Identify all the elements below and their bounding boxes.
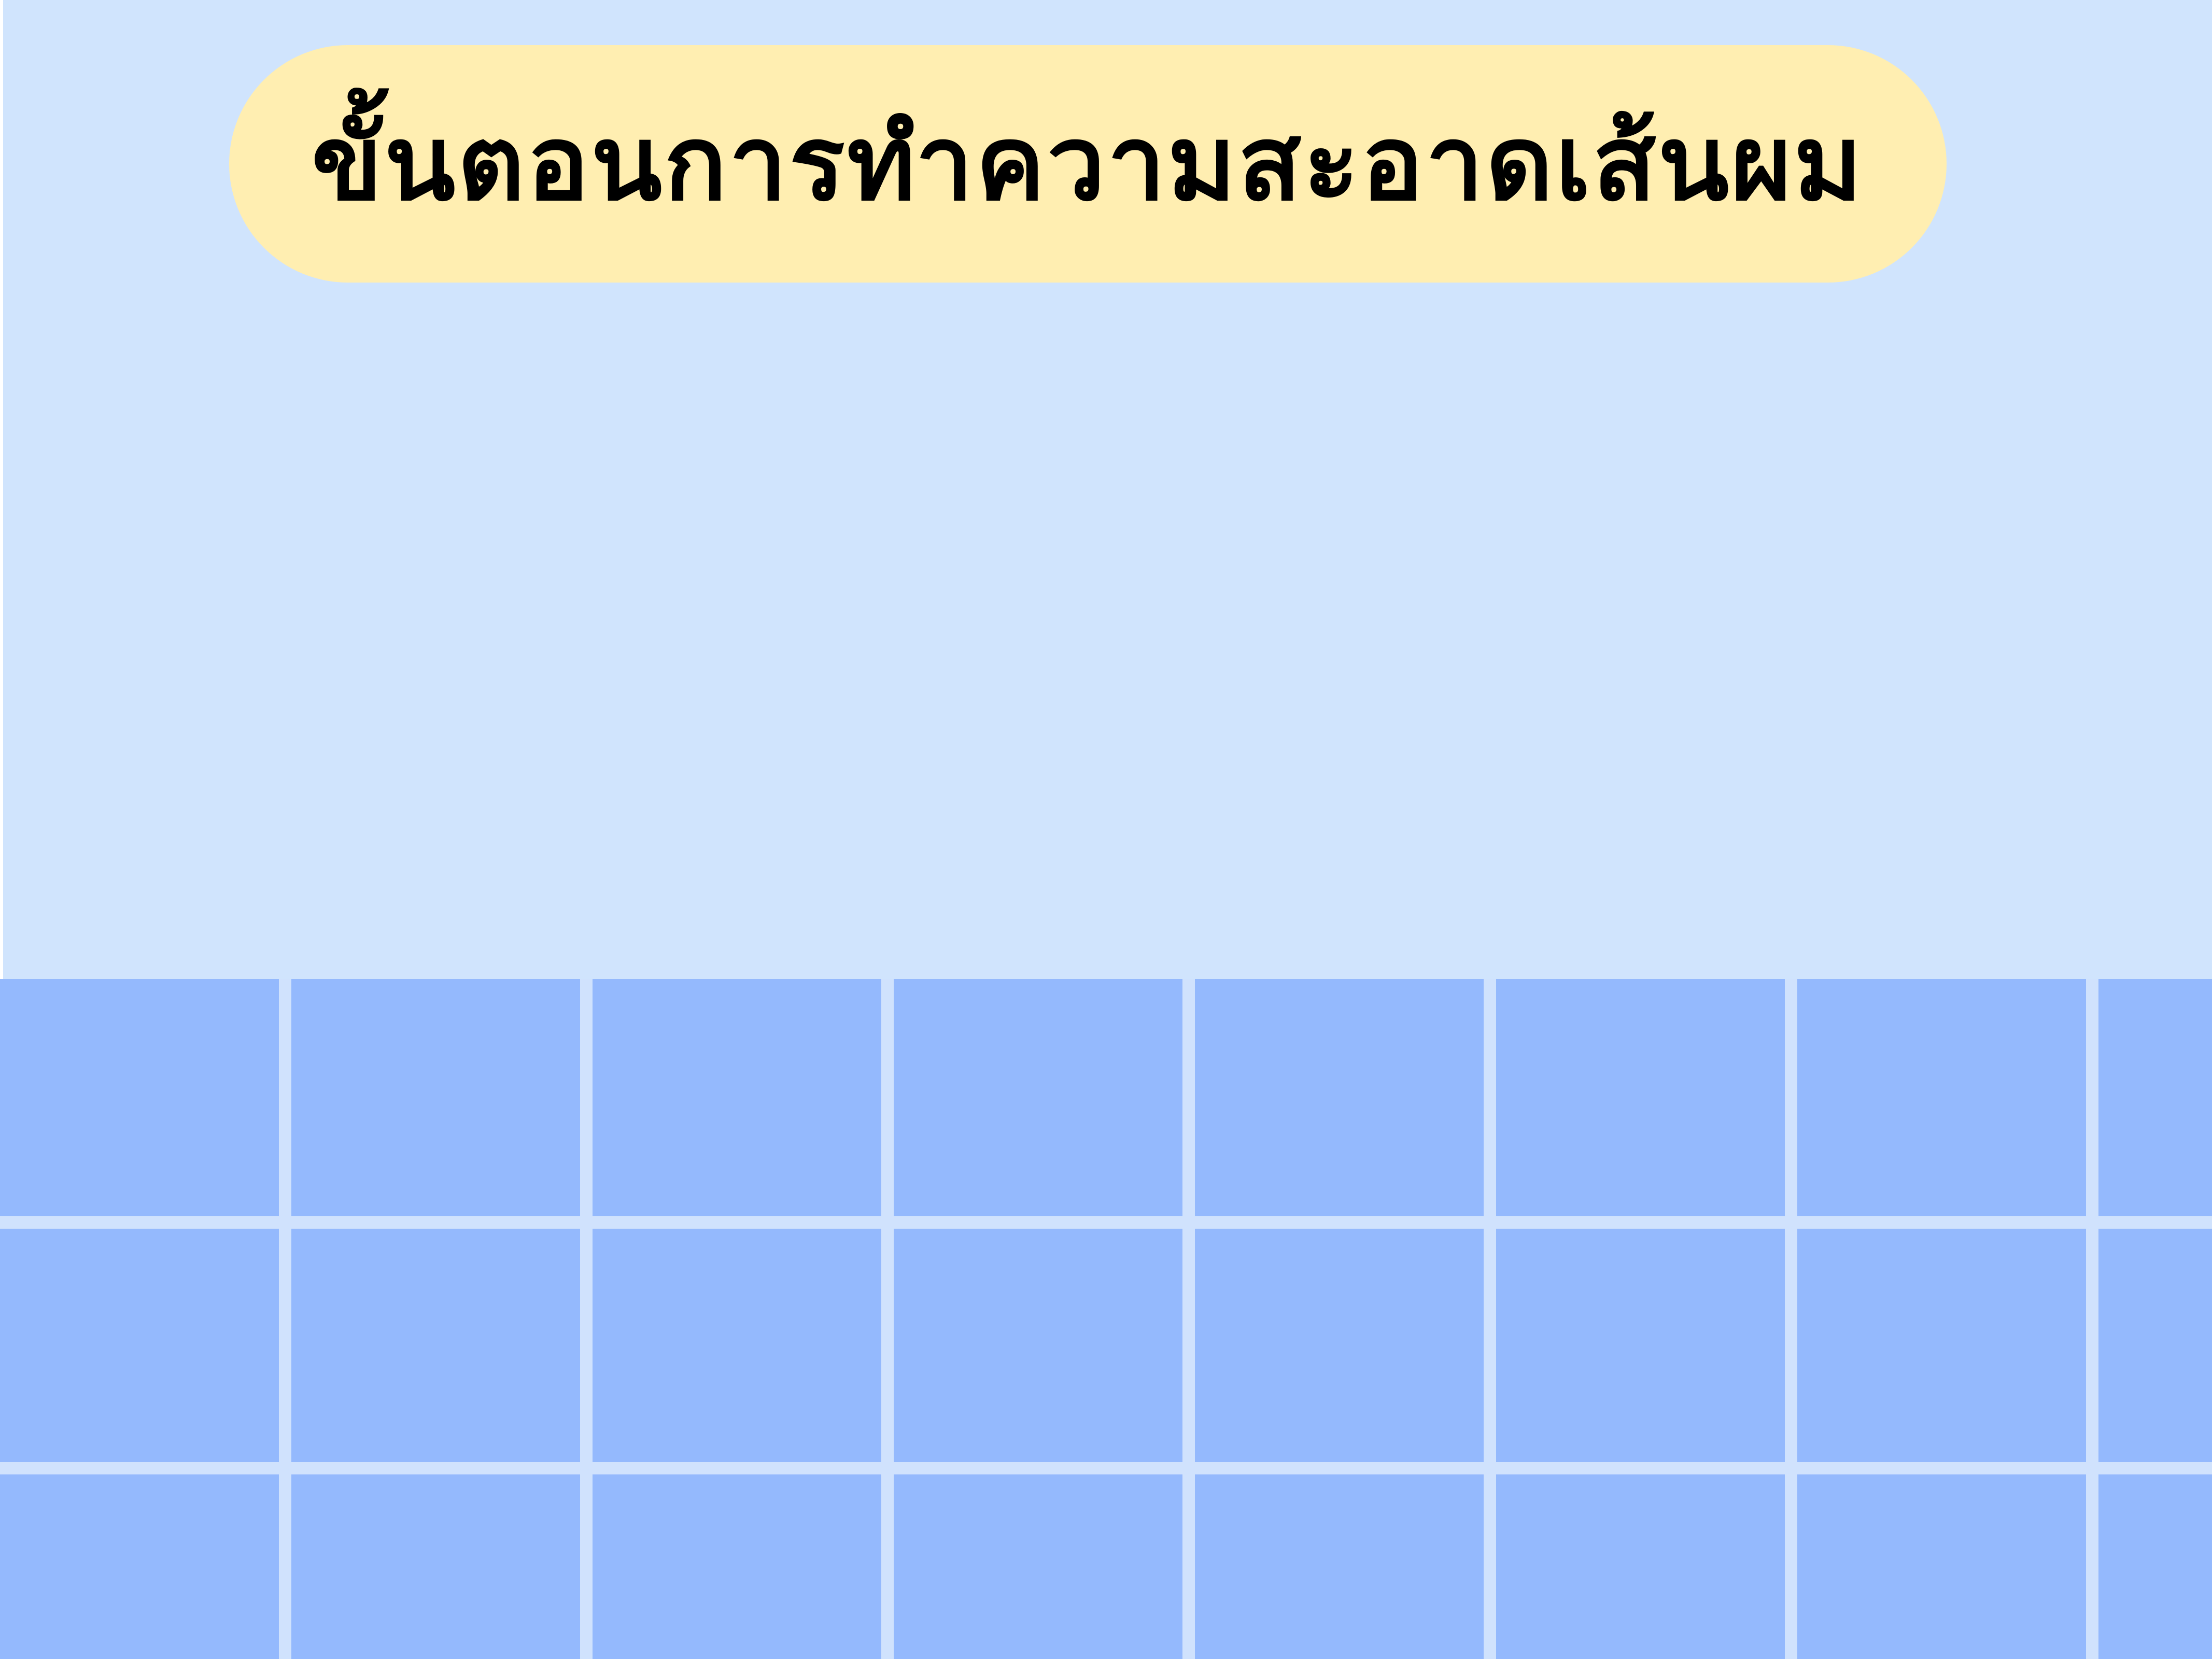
tile-grout-horizontal	[0, 1216, 2212, 1229]
tile-grout-vertical	[580, 979, 593, 1659]
title-banner: ขั้นตอนการทำความสะอาดเส้นผม	[229, 45, 1947, 283]
tile-grout-vertical	[1182, 979, 1195, 1659]
tile-grout-vertical	[1484, 979, 1496, 1659]
tile-grout-vertical	[2086, 979, 2098, 1659]
page-title: ขั้นตอนการทำความสะอาดเส้นผม	[311, 103, 1865, 224]
tile-grout-vertical	[1785, 979, 1797, 1659]
tiled-floor	[0, 979, 2212, 1659]
tile-grout-horizontal	[0, 1462, 2212, 1474]
tile-grout-vertical	[279, 979, 291, 1659]
tile-grout-vertical	[881, 979, 894, 1659]
